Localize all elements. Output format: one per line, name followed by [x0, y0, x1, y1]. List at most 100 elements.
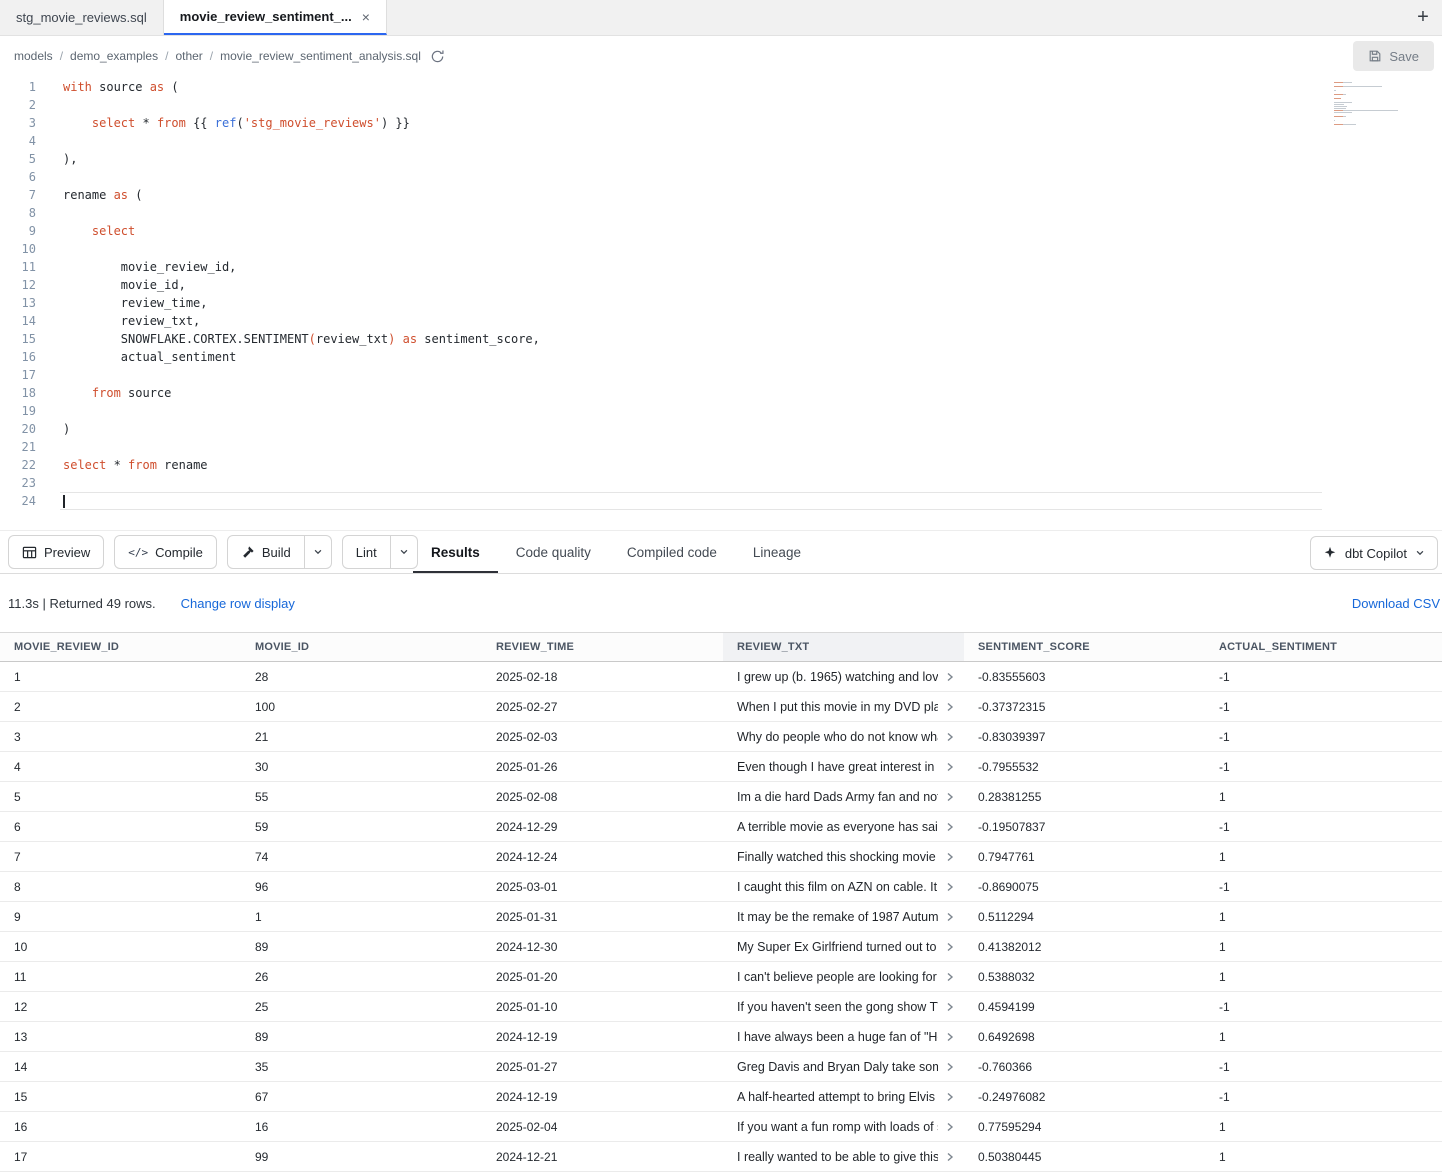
editor-line: 3 select * from {{ ref('stg_movie_review… [0, 114, 1322, 132]
expand-review-button[interactable] [944, 1091, 956, 1103]
cell-actual_sentiment: -1 [1205, 1052, 1442, 1081]
cell-review_time: 2025-01-31 [482, 902, 723, 931]
code-line: SNOWFLAKE.CORTEX.SENTIMENT(review_txt) a… [60, 330, 1322, 348]
line-number: 20 [0, 420, 36, 438]
lint-split-button: Lint [342, 535, 418, 569]
breadcrumb-separator: / [210, 49, 213, 63]
cell-movie_id: 30 [241, 752, 482, 781]
editor-lines: 1with source as (23 select * from {{ ref… [0, 78, 1442, 510]
cell-movie_review_id: 15 [0, 1082, 241, 1111]
expand-review-button[interactable] [944, 671, 956, 683]
code-line: ) [60, 420, 1322, 438]
expand-review-button[interactable] [944, 1061, 956, 1073]
breadcrumb-item[interactable]: other [175, 49, 202, 63]
line-number: 4 [0, 132, 36, 150]
cell-review_txt: I can't believe people are looking for a… [723, 962, 964, 991]
compile-button[interactable]: </> Compile [114, 535, 217, 569]
code-line: review_txt, [60, 312, 1322, 330]
editor-line: 19 [0, 402, 1322, 420]
expand-review-button[interactable] [944, 911, 956, 923]
expand-review-button[interactable] [944, 1001, 956, 1013]
breadcrumb-separator: / [60, 49, 63, 63]
close-tab-icon[interactable]: × [362, 10, 370, 24]
compile-label: Compile [155, 545, 203, 560]
expand-review-button[interactable] [944, 851, 956, 863]
code-icon: </> [128, 546, 148, 559]
expand-review-button[interactable] [944, 971, 956, 983]
breadcrumb-item[interactable]: demo_examples [70, 49, 158, 63]
column-header-movie_review_id[interactable]: MOVIE_REVIEW_ID [0, 633, 241, 661]
save-icon [1368, 49, 1382, 63]
cell-sentiment_score: -0.760366 [964, 1052, 1205, 1081]
expand-review-button[interactable] [944, 761, 956, 773]
cell-movie_id: 89 [241, 1022, 482, 1051]
cell-sentiment_score: -0.24976082 [964, 1082, 1205, 1111]
preview-button[interactable]: Preview [8, 535, 104, 569]
new-tab-button[interactable]: + [1404, 0, 1442, 35]
breadcrumb-item[interactable]: movie_review_sentiment_analysis.sql [220, 49, 421, 63]
editor-line: 23 [0, 474, 1322, 492]
cell-sentiment_score: -0.8690075 [964, 872, 1205, 901]
result-tab-compiled-code[interactable]: Compiled code [609, 531, 735, 573]
dbt-copilot-button[interactable]: dbt Copilot [1310, 536, 1438, 570]
minimap-line [1334, 112, 1352, 113]
expand-review-button[interactable] [944, 701, 956, 713]
column-header-review_txt[interactable]: REVIEW_TXT [723, 633, 964, 661]
change-row-display-link[interactable]: Change row display [181, 596, 295, 611]
column-header-sentiment_score[interactable]: SENTIMENT_SCORE [964, 633, 1205, 661]
editor-line: 16 actual_sentiment [0, 348, 1322, 366]
code-line [60, 438, 1322, 456]
breadcrumb-item[interactable]: models [14, 49, 53, 63]
cell-movie_id: 16 [241, 1112, 482, 1141]
review-text: It may be the remake of 1987 Autumn'… [737, 910, 938, 924]
sql-editor[interactable]: 1with source as (23 select * from {{ ref… [0, 76, 1442, 530]
expand-review-button[interactable] [944, 791, 956, 803]
copilot-chevron-down-icon [1415, 548, 1425, 558]
expand-review-button[interactable] [944, 731, 956, 743]
column-header-movie_id[interactable]: MOVIE_ID [241, 633, 482, 661]
expand-review-button[interactable] [944, 1151, 956, 1163]
cell-movie_review_id: 3 [0, 722, 241, 751]
save-button[interactable]: Save [1353, 41, 1434, 71]
cell-review_txt: My Super Ex Girlfriend turned out to b… [723, 932, 964, 961]
cell-actual_sentiment: -1 [1205, 692, 1442, 721]
cell-review_time: 2025-01-10 [482, 992, 723, 1021]
build-dropdown-chevron-icon[interactable] [305, 535, 332, 569]
table-row: 17992024-12-21I really wanted to be able… [0, 1142, 1442, 1172]
cell-review_txt: I really wanted to be able to give this … [723, 1142, 964, 1171]
cell-movie_review_id: 12 [0, 992, 241, 1021]
download-csv-link[interactable]: Download CSV [1352, 596, 1440, 611]
table-row: 912025-01-31It may be the remake of 1987… [0, 902, 1442, 932]
tab-stg-movie-reviews[interactable]: stg_movie_reviews.sql [0, 0, 164, 35]
cell-sentiment_score: -0.83039397 [964, 722, 1205, 751]
cell-actual_sentiment: 1 [1205, 1022, 1442, 1051]
build-button[interactable]: Build [227, 535, 305, 569]
editor-line: 15 SNOWFLAKE.CORTEX.SENTIMENT(review_txt… [0, 330, 1322, 348]
cell-movie_review_id: 16 [0, 1112, 241, 1141]
review-text: If you haven't seen the gong show TV s… [737, 1000, 938, 1014]
cell-movie_id: 1 [241, 902, 482, 931]
result-tab-lineage[interactable]: Lineage [735, 531, 819, 573]
cell-review_txt: Even though I have great interest in Bi… [723, 752, 964, 781]
expand-review-button[interactable] [944, 1121, 956, 1133]
line-number: 19 [0, 402, 36, 420]
refresh-icon[interactable] [430, 49, 445, 64]
editor-minimap[interactable] [1334, 82, 1402, 130]
column-header-actual_sentiment[interactable]: ACTUAL_SENTIMENT [1205, 633, 1442, 661]
copilot-sparkle-icon [1323, 546, 1337, 560]
cell-movie_id: 21 [241, 722, 482, 751]
lint-button[interactable]: Lint [342, 535, 391, 569]
cell-review_txt: When I put this movie in my DVD playe… [723, 692, 964, 721]
expand-review-button[interactable] [944, 821, 956, 833]
expand-review-button[interactable] [944, 881, 956, 893]
table-row: 6592024-12-29A terrible movie as everyon… [0, 812, 1442, 842]
cell-review_time: 2024-12-24 [482, 842, 723, 871]
column-header-review_time[interactable]: REVIEW_TIME [482, 633, 723, 661]
cell-sentiment_score: -0.7955532 [964, 752, 1205, 781]
result-tab-code-quality[interactable]: Code quality [498, 531, 609, 573]
expand-review-button[interactable] [944, 941, 956, 953]
tab-movie-review-sentiment[interactable]: movie_review_sentiment_... × [164, 0, 387, 35]
result-tab-results[interactable]: Results [413, 531, 498, 573]
expand-review-button[interactable] [944, 1031, 956, 1043]
editor-line: 1with source as ( [0, 78, 1322, 96]
